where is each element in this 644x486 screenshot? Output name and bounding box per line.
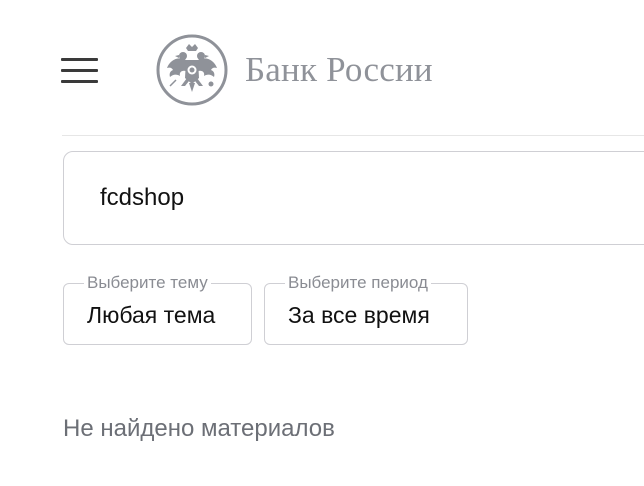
search-input[interactable] [100,180,620,216]
period-select-value: За все время [288,302,430,328]
topic-select[interactable]: Выберите тему Любая тема [63,274,252,345]
period-select-label: Выберите период [285,274,431,292]
topic-select-label: Выберите тему [84,274,211,292]
period-select[interactable]: Выберите период За все время [264,274,468,345]
no-results-message: Не найдено материалов [63,415,335,442]
hamburger-menu-icon-line [61,58,98,61]
hamburger-menu-icon-line [61,80,98,83]
header-divider [62,135,644,136]
logo-text: Банк России [245,50,433,89]
hamburger-menu-icon-line [61,69,98,72]
menu-button[interactable] [61,58,98,84]
eagle-emblem-icon [156,34,228,106]
search-box [63,151,644,245]
bank-logo-link[interactable]: Банк России [156,34,433,106]
page: Банк России Выберите тему Любая тема Выб… [0,0,644,486]
topic-select-value: Любая тема [87,302,216,328]
